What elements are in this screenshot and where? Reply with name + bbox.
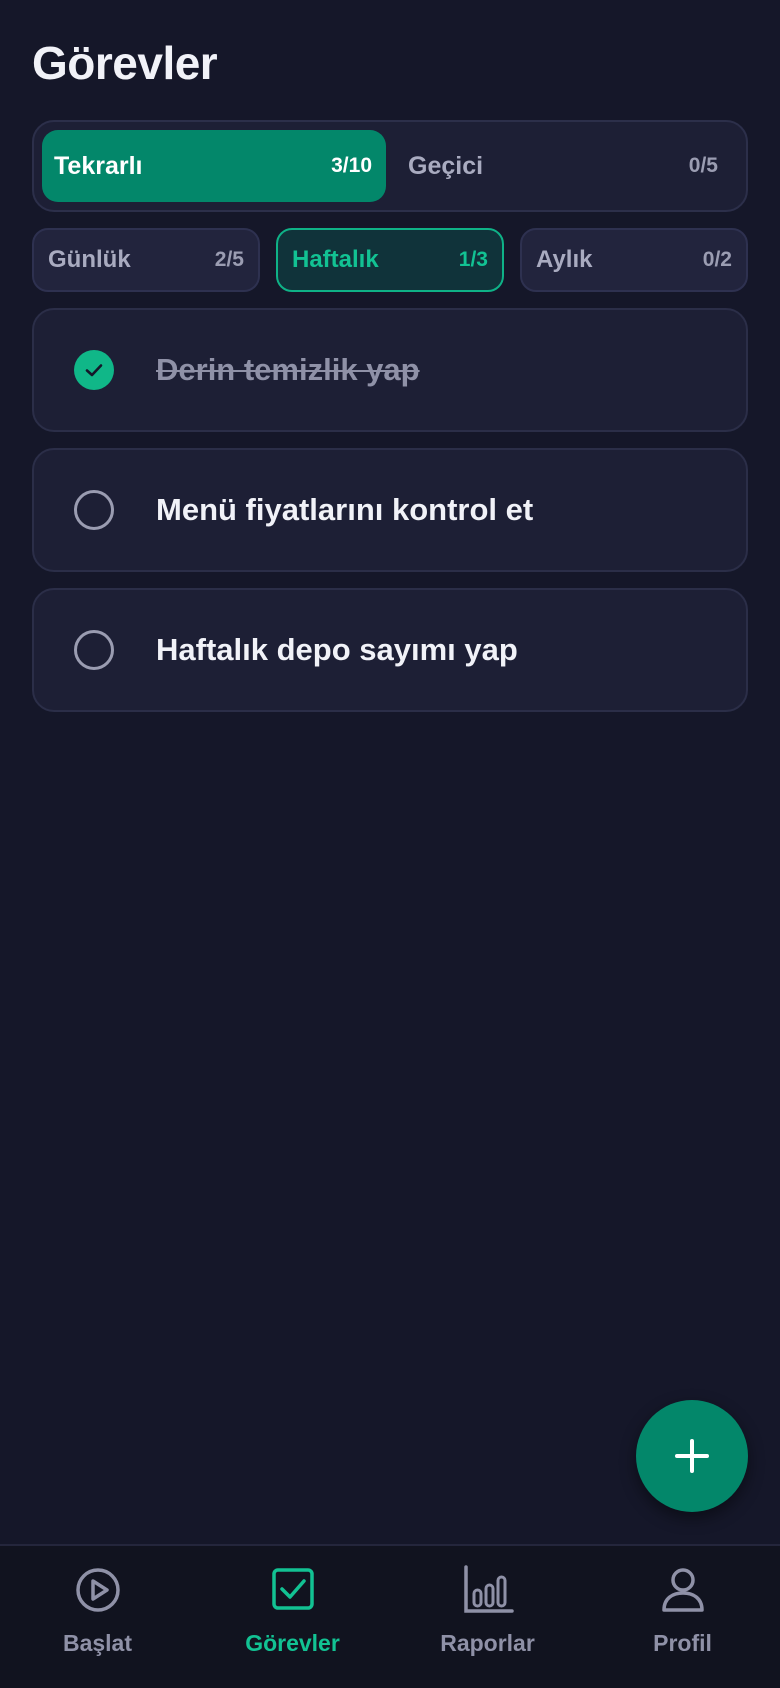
unchecked-circle-icon[interactable]: [74, 630, 114, 670]
play-circle-icon: [75, 1568, 120, 1612]
task-label: Derin temizlik yap: [156, 352, 420, 387]
nav-reports[interactable]: Raporlar: [390, 1546, 585, 1688]
tab-weekly-label: Haftalık: [292, 246, 379, 273]
nav-tasks-label: Görevler: [245, 1630, 340, 1656]
nav-profile[interactable]: Profil: [585, 1546, 780, 1688]
unchecked-circle-icon[interactable]: [74, 490, 114, 530]
bar-chart-icon: [463, 1565, 514, 1613]
page-title: Görevler: [32, 37, 218, 89]
tab-daily[interactable]: Günlük 2/5: [32, 228, 260, 292]
nav-start[interactable]: Başlat: [0, 1546, 195, 1688]
segment-recurring[interactable]: Tekrarlı 3/10: [42, 130, 386, 202]
tab-weekly-count: 1/3: [458, 248, 488, 271]
bottom-nav: Başlat Görevler Raporlar Profil: [0, 1544, 780, 1688]
task-type-segment: Tekrarlı 3/10 Geçici 0/5: [32, 120, 748, 212]
plus-icon: [675, 1439, 709, 1473]
checked-circle-icon[interactable]: [74, 350, 114, 390]
nav-tasks[interactable]: Görevler: [195, 1546, 390, 1688]
segment-temporary-label: Geçici: [408, 151, 484, 180]
tab-weekly[interactable]: Haftalık 1/3: [276, 228, 504, 292]
tab-monthly-count: 0/2: [702, 248, 732, 271]
task-label: Menü fiyatlarını kontrol et: [156, 492, 534, 527]
task-item[interactable]: Menü fiyatlarını kontrol et: [32, 448, 748, 572]
nav-profile-label: Profil: [653, 1630, 712, 1656]
nav-start-label: Başlat: [62, 1630, 133, 1656]
add-task-button[interactable]: [636, 1400, 748, 1512]
task-item[interactable]: Haftalık depo sayımı yap: [32, 588, 748, 712]
segment-temporary-count: 0/5: [688, 154, 718, 177]
tasks-screen: Görevler Tekrarlı 3/10 Geçici 0/5 Günlük…: [0, 0, 780, 1688]
task-item[interactable]: Derin temizlik yap: [32, 308, 748, 432]
tab-monthly[interactable]: Aylık 0/2: [520, 228, 748, 292]
segment-recurring-label: Tekrarlı: [54, 151, 143, 180]
checkmark-icon: [85, 364, 103, 377]
checkbox-icon: [271, 1568, 314, 1610]
segment-recurring-count: 3/10: [331, 154, 372, 177]
nav-reports-label: Raporlar: [440, 1630, 535, 1656]
tab-daily-count: 2/5: [214, 248, 244, 271]
tab-monthly-label: Aylık: [536, 246, 593, 273]
user-icon: [661, 1568, 704, 1612]
task-label: Haftalık depo sayımı yap: [156, 632, 518, 667]
tab-daily-label: Günlük: [48, 246, 131, 273]
segment-temporary[interactable]: Geçici 0/5: [390, 130, 740, 202]
